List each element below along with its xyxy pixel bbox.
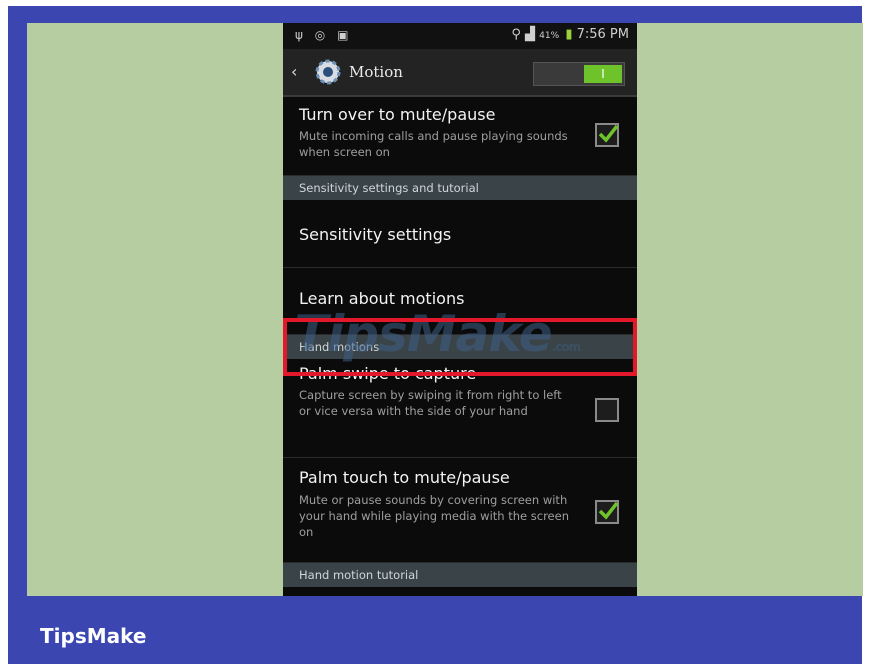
turn-over-subtitle: Mute incoming calls and pause playing so… [299,129,568,159]
back-chevron-icon[interactable]: ‹ [291,62,297,81]
battery-icon: ▮ [565,27,573,42]
section-header-label: Hand motion tutorial [299,568,419,582]
sensitivity-settings-item[interactable]: Sensitivity settings [283,201,637,268]
palm-touch-item[interactable]: Palm touch to mute/pause Mute or pause s… [283,458,637,563]
palm-swipe-subtitle: Capture screen by swiping it from right … [299,388,562,418]
sensitivity-settings-title: Sensitivity settings [299,225,452,244]
usb-icon: ψ [295,28,307,42]
image-icon: ▣ [337,28,353,42]
battery-percent: 41% [539,31,560,41]
app-bar: ‹ Motion I [283,49,637,97]
palm-touch-checkbox[interactable] [595,500,619,524]
checkmark-icon [598,124,619,143]
brand-label: TipsMake [40,624,147,648]
palm-swipe-checkbox[interactable] [595,398,619,422]
motion-toggle[interactable]: I [533,62,625,86]
status-left-icons: ψ ◎ ▣ [295,28,352,42]
gear-icon [315,59,341,85]
signal-icon: ▟ [525,27,536,42]
turn-over-item[interactable]: Turn over to mute/pause Mute incoming ca… [283,97,637,176]
toggle-knob: I [584,65,622,83]
wifi-icon: ⚲ [511,27,521,42]
turn-over-title: Turn over to mute/pause [299,105,496,124]
status-right: ⚲ ▟ 41% ▮ 7:56 PM [511,27,629,42]
highlight-box [283,318,637,376]
status-time: 7:56 PM [576,27,629,42]
sync-icon: ◎ [314,28,330,42]
turn-over-checkbox[interactable] [595,123,619,147]
checkmark-icon [598,501,619,520]
image-frame: ψ ◎ ▣ ⚲ ▟ 41% ▮ 7:56 PM ‹ Motion I Turn … [0,0,870,664]
status-bar: ψ ◎ ▣ ⚲ ▟ 41% ▮ 7:56 PM [283,23,637,49]
section-header-tutorial: Hand motion tutorial [283,563,637,587]
page-title: Motion [349,63,403,81]
palm-touch-subtitle: Mute or pause sounds by covering screen … [299,493,569,539]
section-header-sensitivity: Sensitivity settings and tutorial [283,176,637,200]
section-header-label: Sensitivity settings and tutorial [299,181,479,195]
palm-touch-title: Palm touch to mute/pause [299,468,510,487]
